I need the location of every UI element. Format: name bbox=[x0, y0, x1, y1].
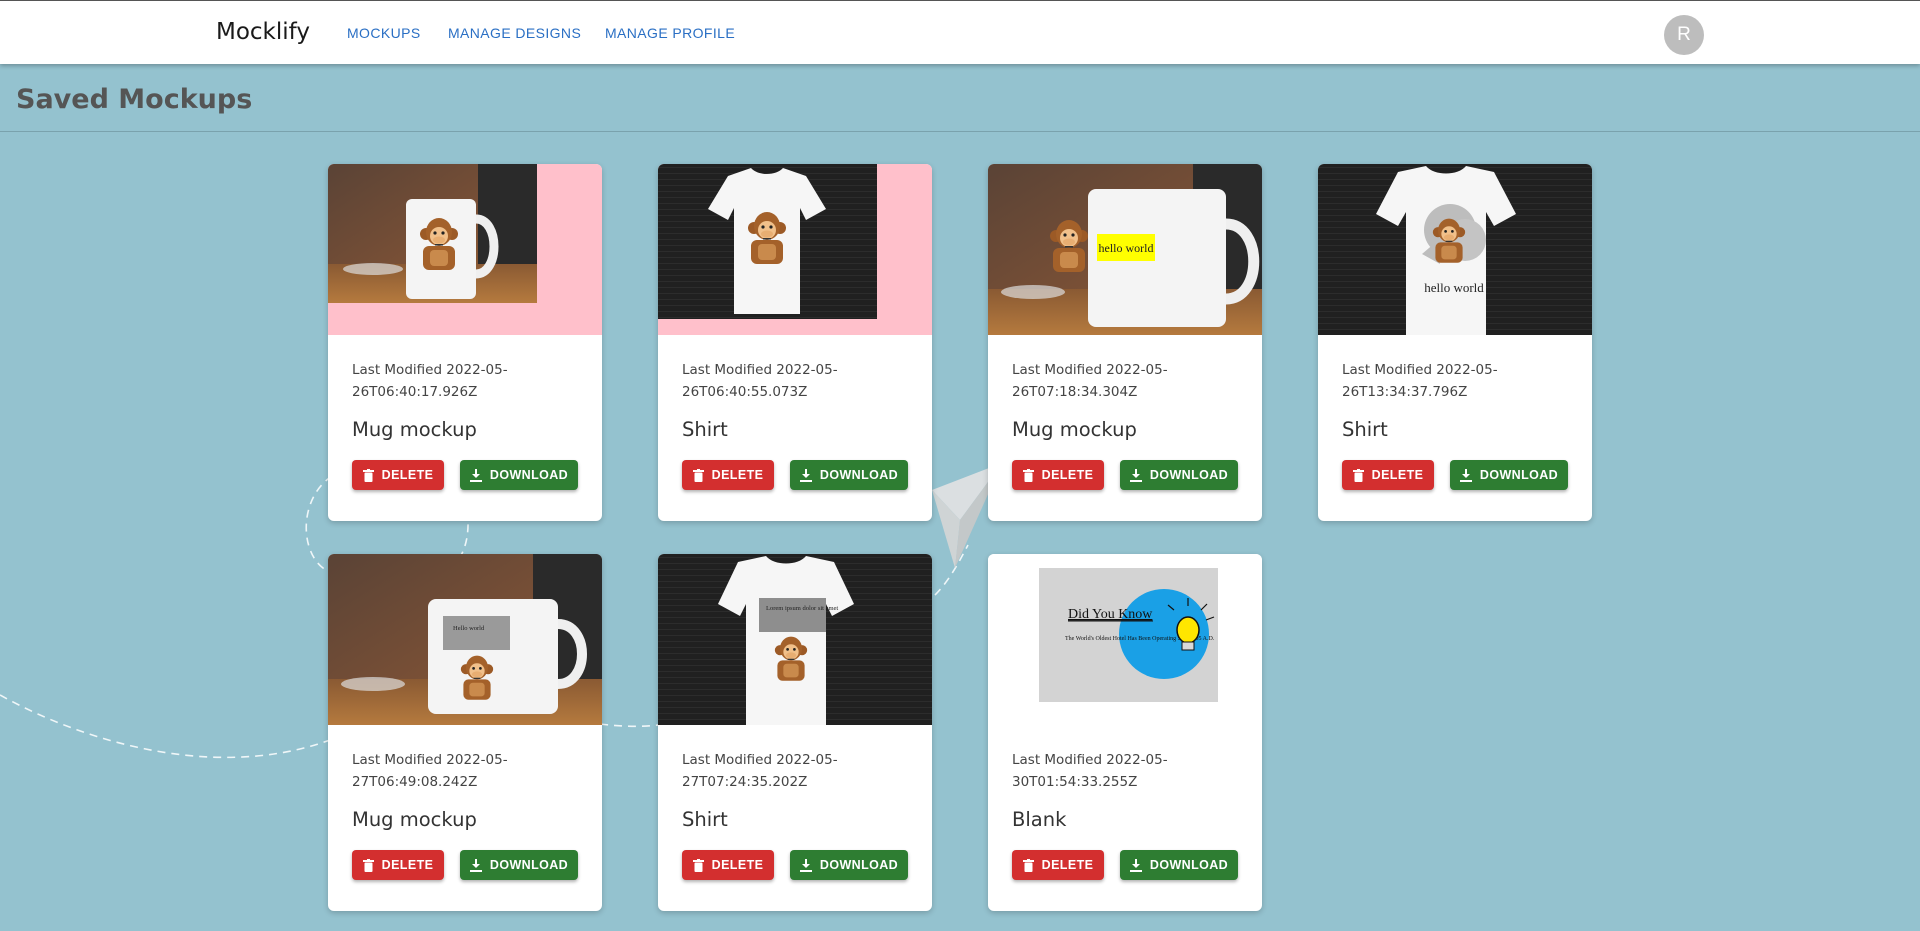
trash-icon bbox=[1352, 468, 1364, 482]
background-decoration bbox=[0, 463, 1002, 759]
brand-logo[interactable]: Mocklify bbox=[216, 19, 310, 45]
download-button[interactable]: DOWNLOAD bbox=[790, 460, 908, 490]
card-title: Blank bbox=[1012, 808, 1067, 831]
trash-icon bbox=[362, 468, 374, 482]
trash-icon bbox=[362, 858, 374, 872]
last-modified-label: Last Modified 2022-05-26T07:18:34.304Z bbox=[1012, 362, 1168, 400]
mockup-thumbnail[interactable]: hello world bbox=[1318, 164, 1592, 335]
download-icon bbox=[1129, 858, 1142, 872]
mockup-card: hello world Last Modified 2022-05-26T07:… bbox=[988, 164, 1262, 521]
card-title: Mug mockup bbox=[352, 808, 477, 831]
delete-button[interactable]: DELETE bbox=[352, 460, 444, 490]
page-header: Saved Mockups bbox=[0, 64, 1920, 132]
card-title: Mug mockup bbox=[352, 418, 477, 441]
delete-button[interactable]: DELETE bbox=[1342, 460, 1434, 490]
mockup-card: Did You Know The World's Oldest Hotel Ha… bbox=[988, 554, 1262, 911]
card-title: Mug mockup bbox=[1012, 418, 1137, 441]
download-icon bbox=[799, 858, 812, 872]
card-title: Shirt bbox=[682, 418, 728, 441]
mockup-thumbnail[interactable] bbox=[658, 164, 932, 335]
mockup-card: Last Modified 2022-05-26T06:40:55.073Z S… bbox=[658, 164, 932, 521]
download-button[interactable]: DOWNLOAD bbox=[1120, 460, 1238, 490]
mockup-card: Last Modified 2022-05-26T06:40:17.926Z M… bbox=[328, 164, 602, 521]
top-navbar: Mocklify MOCKUPS MANAGE DESIGNS MANAGE P… bbox=[0, 0, 1920, 64]
mockup-thumbnail[interactable] bbox=[328, 164, 602, 335]
last-modified-label: Last Modified 2022-05-26T06:40:17.926Z bbox=[352, 362, 508, 400]
download-button[interactable]: DOWNLOAD bbox=[790, 850, 908, 880]
mockup-thumbnail[interactable]: Lorem ipsum dolor sit amet bbox=[658, 554, 932, 725]
svg-text:Lorem ipsum dolor sit amet: Lorem ipsum dolor sit amet bbox=[766, 605, 838, 612]
card-title: Shirt bbox=[1342, 418, 1388, 441]
download-icon bbox=[1459, 468, 1472, 482]
svg-text:hello world: hello world bbox=[1424, 280, 1484, 295]
delete-button[interactable]: DELETE bbox=[682, 460, 774, 490]
mockup-card: Hello world Last Modified 2022-05-27T06:… bbox=[328, 554, 602, 911]
last-modified-label: Last Modified 2022-05-27T06:49:08.242Z bbox=[352, 752, 508, 790]
last-modified-label: Last Modified 2022-05-27T07:24:35.202Z bbox=[682, 752, 838, 790]
page-title: Saved Mockups bbox=[16, 84, 253, 115]
trash-icon bbox=[692, 468, 704, 482]
avatar[interactable]: R bbox=[1664, 15, 1704, 55]
nav-mockups[interactable]: MOCKUPS bbox=[347, 25, 421, 41]
download-icon bbox=[1129, 468, 1142, 482]
delete-button[interactable]: DELETE bbox=[1012, 850, 1104, 880]
mockup-thumbnail[interactable]: Did You Know The World's Oldest Hotel Ha… bbox=[988, 554, 1262, 725]
mockup-card: Lorem ipsum dolor sit amet Last Modified… bbox=[658, 554, 932, 911]
trash-icon bbox=[692, 858, 704, 872]
download-button[interactable]: DOWNLOAD bbox=[460, 460, 578, 490]
download-button[interactable]: DOWNLOAD bbox=[1120, 850, 1238, 880]
download-icon bbox=[469, 468, 482, 482]
download-icon bbox=[799, 468, 812, 482]
card-title: Shirt bbox=[682, 808, 728, 831]
trash-icon bbox=[1022, 468, 1034, 482]
last-modified-label: Last Modified 2022-05-30T01:54:33.255Z bbox=[1012, 752, 1168, 790]
delete-button[interactable]: DELETE bbox=[682, 850, 774, 880]
delete-button[interactable]: DELETE bbox=[352, 850, 444, 880]
nav-manage-profile[interactable]: MANAGE PROFILE bbox=[605, 25, 735, 41]
mockup-thumbnail[interactable]: hello world bbox=[988, 164, 1262, 335]
download-button[interactable]: DOWNLOAD bbox=[1450, 460, 1568, 490]
svg-text:hello world: hello world bbox=[1099, 241, 1154, 255]
trash-icon bbox=[1022, 858, 1034, 872]
last-modified-label: Last Modified 2022-05-26T13:34:37.796Z bbox=[1342, 362, 1498, 400]
delete-button[interactable]: DELETE bbox=[1012, 460, 1104, 490]
svg-text:Hello world: Hello world bbox=[453, 625, 485, 632]
download-button[interactable]: DOWNLOAD bbox=[460, 850, 578, 880]
last-modified-label: Last Modified 2022-05-26T06:40:55.073Z bbox=[682, 362, 838, 400]
svg-text:Did You Know: Did You Know bbox=[1068, 607, 1153, 622]
mockup-thumbnail[interactable]: Hello world bbox=[328, 554, 602, 725]
nav-manage-designs[interactable]: MANAGE DESIGNS bbox=[448, 25, 581, 41]
mockup-card: hello world Last Modified 2022-05-26T13:… bbox=[1318, 164, 1592, 521]
download-icon bbox=[469, 858, 482, 872]
